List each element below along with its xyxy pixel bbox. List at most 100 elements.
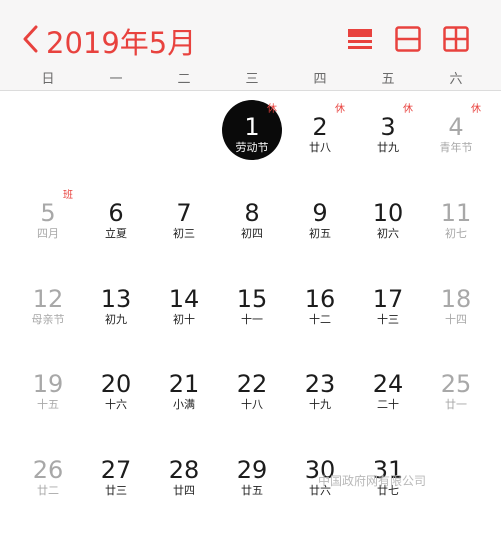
day-number: 20 bbox=[100, 370, 132, 398]
calendar-header: 2019年5月 日 一 二 三 四 五 六 bbox=[0, 0, 501, 91]
day-number: 8 bbox=[244, 199, 260, 227]
lunar-date: 劳动节 bbox=[235, 141, 269, 154]
day-view-icon bbox=[395, 26, 421, 52]
day-cell-30[interactable]: 30 廿六 bbox=[285, 456, 355, 540]
day-cell-3[interactable]: 3 廿九 休 bbox=[353, 104, 423, 197]
lunar-date: 十六 bbox=[105, 398, 127, 411]
day-number: 19 bbox=[32, 370, 64, 398]
day-cell-27[interactable]: 27 廿三 bbox=[81, 456, 151, 540]
day-number: 4 bbox=[448, 113, 464, 141]
weekday-mon: 一 bbox=[109, 72, 123, 87]
lunar-date: 十二 bbox=[309, 313, 331, 326]
lunar-date: 四月 bbox=[37, 227, 59, 240]
day-cell-5[interactable]: 5 四月 班 bbox=[13, 190, 83, 283]
lunar-date: 十三 bbox=[377, 313, 399, 326]
day-number: 3 bbox=[380, 113, 396, 141]
lunar-date: 小满 bbox=[173, 398, 195, 411]
day-cell-15[interactable]: 15 十一 bbox=[217, 285, 287, 369]
day-cell-28[interactable]: 28 廿四 bbox=[149, 456, 219, 540]
day-cell-6[interactable]: 6 立夏 bbox=[81, 199, 151, 283]
day-number: 28 bbox=[168, 456, 200, 484]
day-number: 23 bbox=[304, 370, 336, 398]
day-number: 17 bbox=[372, 285, 404, 313]
day-number: 16 bbox=[304, 285, 336, 313]
day-number: 21 bbox=[168, 370, 200, 398]
lunar-date: 廿三 bbox=[105, 484, 127, 497]
day-cell-16[interactable]: 16 十二 bbox=[285, 285, 355, 369]
lunar-date: 十一 bbox=[241, 313, 263, 326]
watermark: 中国政府网有限公司 bbox=[318, 474, 427, 488]
weekday-thu: 四 bbox=[313, 72, 327, 87]
lunar-date: 初五 bbox=[309, 227, 331, 240]
day-number: 12 bbox=[32, 285, 64, 313]
day-number: 5 bbox=[40, 199, 56, 227]
day-number: 11 bbox=[440, 199, 472, 227]
lunar-date: 廿五 bbox=[241, 484, 263, 497]
day-cell-17[interactable]: 17 十三 bbox=[353, 285, 423, 369]
lunar-date: 青年节 bbox=[439, 141, 473, 154]
day-cell-12[interactable]: 12 母亲节 bbox=[13, 285, 83, 369]
day-cell-4[interactable]: 4 青年节 休 bbox=[421, 104, 491, 197]
day-cell-23[interactable]: 23 十九 bbox=[285, 370, 355, 454]
lunar-date: 初四 bbox=[241, 227, 263, 240]
day-cell-8[interactable]: 8 初四 bbox=[217, 199, 287, 283]
day-cell-24[interactable]: 24 二十 bbox=[353, 370, 423, 454]
weekday-wed: 三 bbox=[245, 72, 259, 87]
weekday-sun: 日 bbox=[41, 72, 55, 87]
lunar-date: 廿八 bbox=[309, 141, 331, 154]
day-cell-1[interactable]: 1 劳动节 休 bbox=[217, 100, 287, 197]
day-cell-22[interactable]: 22 十八 bbox=[217, 370, 287, 454]
list-view-icon bbox=[348, 29, 372, 49]
day-cell-26[interactable]: 26 廿二 bbox=[13, 456, 83, 540]
day-cell-13[interactable]: 13 初九 bbox=[81, 285, 151, 369]
lunar-date: 十五 bbox=[37, 398, 59, 411]
day-number: 26 bbox=[32, 456, 64, 484]
day-number: 7 bbox=[176, 199, 192, 227]
lunar-date: 初三 bbox=[173, 227, 195, 240]
day-cell-21[interactable]: 21 小满 bbox=[149, 370, 219, 454]
lunar-date: 十八 bbox=[241, 398, 263, 411]
month-grid-button[interactable] bbox=[442, 25, 470, 53]
day-cell-14[interactable]: 14 初十 bbox=[149, 285, 219, 369]
holiday-badge: 休 bbox=[267, 104, 277, 115]
day-number: 10 bbox=[372, 199, 404, 227]
holiday-badge: 休 bbox=[471, 104, 481, 115]
lunar-date: 十四 bbox=[445, 313, 467, 326]
list-view-button[interactable] bbox=[346, 25, 374, 53]
day-number: 14 bbox=[168, 285, 200, 313]
day-cell-25[interactable]: 25 廿一 bbox=[421, 370, 491, 454]
day-number: 22 bbox=[236, 370, 268, 398]
month-title[interactable]: 2019年5月 bbox=[46, 20, 196, 62]
day-cell-7[interactable]: 7 初三 bbox=[149, 199, 219, 283]
day-number: 6 bbox=[108, 199, 124, 227]
day-cell-9[interactable]: 9 初五 bbox=[285, 199, 355, 283]
weekday-sat: 六 bbox=[449, 72, 463, 87]
day-number: 9 bbox=[312, 199, 328, 227]
day-cell-19[interactable]: 19 十五 bbox=[13, 370, 83, 454]
day-cell-20[interactable]: 20 十六 bbox=[81, 370, 151, 454]
lunar-date: 十九 bbox=[309, 398, 331, 411]
day-cell-2[interactable]: 2 廿八 休 bbox=[285, 104, 355, 197]
lunar-date: 廿一 bbox=[445, 398, 467, 411]
chevron-left-icon bbox=[23, 25, 38, 53]
day-number: 15 bbox=[236, 285, 268, 313]
lunar-date: 初十 bbox=[173, 313, 195, 326]
lunar-date: 初九 bbox=[105, 313, 127, 326]
lunar-date: 初七 bbox=[445, 227, 467, 240]
weekday-fri: 五 bbox=[381, 72, 395, 87]
day-cell-29[interactable]: 29 廿五 bbox=[217, 456, 287, 540]
day-cell-18[interactable]: 18 十四 bbox=[421, 285, 491, 369]
month-grid-icon bbox=[443, 26, 469, 52]
lunar-date: 母亲节 bbox=[31, 313, 65, 326]
day-view-button[interactable] bbox=[394, 25, 422, 53]
day-number: 25 bbox=[440, 370, 472, 398]
day-number: 24 bbox=[372, 370, 404, 398]
day-cell-11[interactable]: 11 初七 bbox=[421, 199, 491, 283]
holiday-badge: 休 bbox=[403, 104, 413, 115]
day-cell-10[interactable]: 10 初六 bbox=[353, 199, 423, 283]
day-cell-31[interactable]: 31 廿七 bbox=[353, 456, 423, 540]
day-number: 29 bbox=[236, 456, 268, 484]
day-number: 18 bbox=[440, 285, 472, 313]
lunar-date: 廿二 bbox=[37, 484, 59, 497]
lunar-date: 立夏 bbox=[105, 227, 127, 240]
